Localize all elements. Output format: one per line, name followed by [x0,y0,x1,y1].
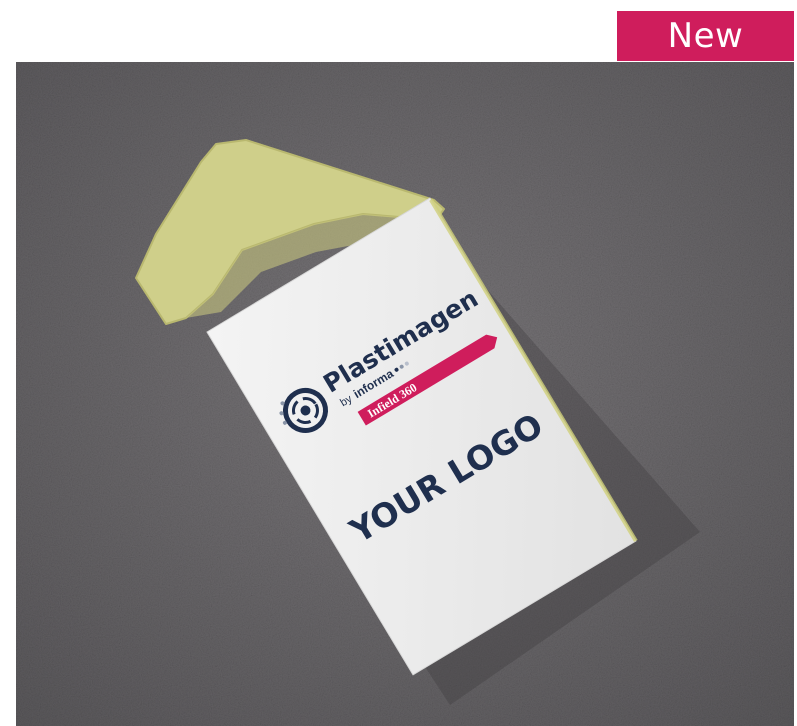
new-badge: New [617,11,794,61]
photo-canvas: Plastimagen by informa Infield 360 YOUR … [16,62,794,726]
product-photo: Plastimagen by informa Infield 360 YOUR … [16,62,794,726]
